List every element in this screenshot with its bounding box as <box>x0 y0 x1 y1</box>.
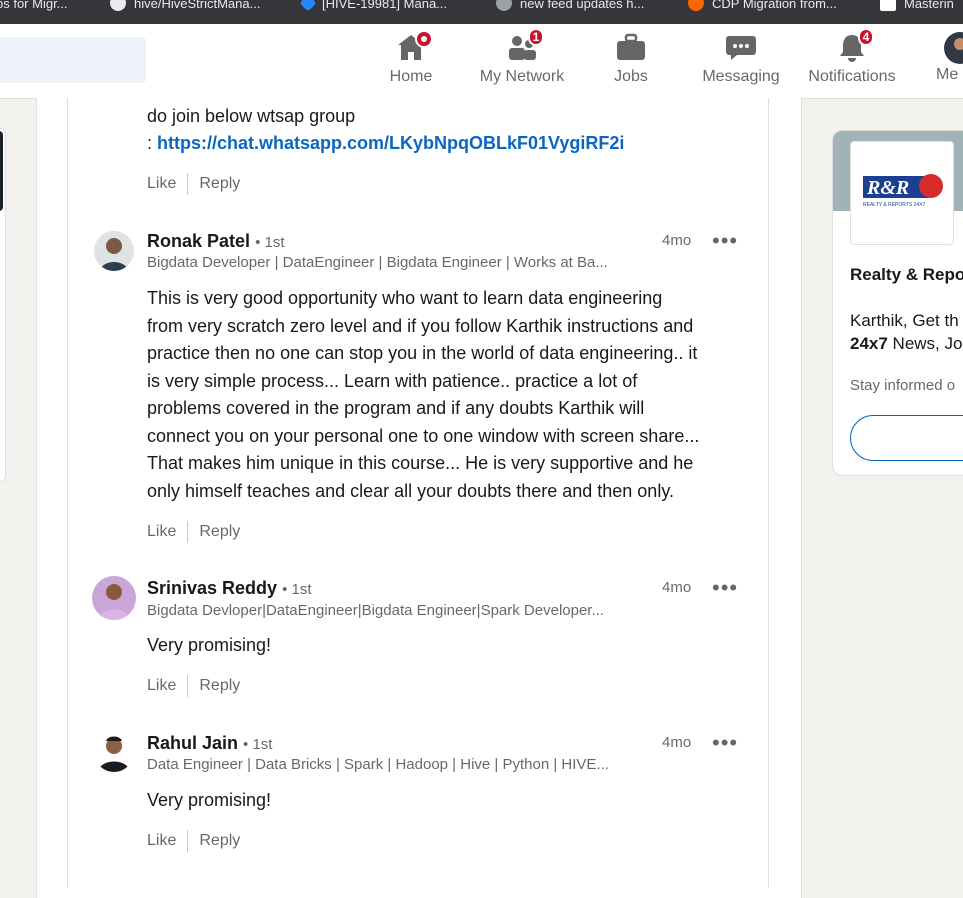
comment-line: is very simple process... Learn with pat… <box>147 370 638 391</box>
realty-reports-logo-icon: R&R REALTY & REPORTS 24X7 <box>863 174 943 208</box>
nav-home[interactable]: Home <box>388 30 434 92</box>
comment-body: Very promising! <box>147 790 272 810</box>
bookmark-item[interactable]: hive/HiveStrictMana... <box>110 0 260 12</box>
nav-label: Notifications <box>808 68 896 85</box>
avatar[interactable] <box>94 732 134 772</box>
feed-icon <box>496 0 512 11</box>
like-button[interactable]: Like <box>147 677 176 695</box>
nav-label: My Network <box>479 68 565 85</box>
comment-actions: Like Reply <box>147 521 240 543</box>
bookmark-label: [HIVE-19981] Mana... <box>322 0 448 11</box>
bookmark-item[interactable]: new feed updates h... <box>496 0 644 12</box>
bookmark-label: CDP Migration from... <box>712 0 837 11</box>
nav-messaging[interactable]: Messaging <box>700 32 782 92</box>
avatar[interactable] <box>94 231 134 271</box>
more-options-icon[interactable]: ••• <box>712 230 738 252</box>
commenter-headline: Bigdata Devloper|DataEngineer|Bigdata En… <box>147 602 604 619</box>
comment-line: practice then no one can stop you in the… <box>147 343 698 363</box>
mk-icon <box>880 0 896 11</box>
search-input[interactable] <box>0 37 146 83</box>
nav-me[interactable]: Me <box>936 32 963 92</box>
avatar[interactable] <box>92 576 136 620</box>
comment-time: 4mo <box>662 579 692 596</box>
bookmark-label: hive/HiveStrictMana... <box>134 0 261 11</box>
avatar <box>936 32 963 64</box>
bookmark-label: new feed updates h... <box>520 0 645 11</box>
bookmark-item[interactable]: [HIVE-19981] Mana... <box>299 0 448 12</box>
jira-icon <box>299 0 317 12</box>
more-options-icon[interactable]: ••• <box>712 577 738 599</box>
comment-line: That makes him unique in this course... … <box>147 453 694 473</box>
commenter-name[interactable]: Srinivas Reddy • 1st <box>147 578 312 599</box>
comment-actions: Like Reply <box>147 173 240 195</box>
nav-notifications[interactable]: 4 Notifications <box>804 28 900 92</box>
comment-line: problems covered in the program and if a… <box>147 398 645 418</box>
comment-time: 4mo <box>662 734 692 751</box>
ad-follow-button[interactable] <box>850 415 963 461</box>
bookmark-item[interactable]: Masterin <box>880 0 954 12</box>
ad-text-line: 24x7 News, Jo <box>850 334 963 353</box>
comment-body: This is very good opportunity who want t… <box>147 285 747 505</box>
profile-card <box>0 128 6 482</box>
reply-button[interactable]: Reply <box>199 523 240 541</box>
bell-icon: 4 <box>836 28 874 62</box>
reply-button[interactable]: Reply <box>199 175 240 193</box>
comment-line: only himself teaches and clear all your … <box>147 480 674 501</box>
more-options-icon[interactable]: ••• <box>712 732 738 754</box>
like-button[interactable]: Like <box>147 175 176 193</box>
ad-text: Karthik, Get th 24x7 News, Jo <box>850 309 962 355</box>
people-icon: 1 <box>506 28 544 62</box>
connection-degree: • 1st <box>282 581 312 598</box>
global-nav: Home 1 My Network Jobs Messaging 4 Notif… <box>0 24 963 99</box>
connection-degree: • 1st <box>243 736 273 753</box>
like-button[interactable]: Like <box>147 523 176 541</box>
whatsapp-link[interactable]: https://chat.whatsapp.com/LKybNpqOBLkF01… <box>157 133 624 153</box>
reply-button[interactable]: Reply <box>199 677 240 695</box>
notifications-badge: 4 <box>858 28 874 46</box>
notification-dot <box>415 30 433 48</box>
nav-label: Messaging <box>702 68 780 85</box>
cloudera-icon <box>688 0 704 11</box>
link-prefix: : <box>147 133 158 153</box>
like-button[interactable]: Like <box>147 832 176 850</box>
comment-link-line: : https://chat.whatsapp.com/LKybNpqOBLkF… <box>147 130 624 158</box>
svg-text:REALTY & REPORTS 24X7: REALTY & REPORTS 24X7 <box>863 202 925 208</box>
commenter-name[interactable]: Ronak Patel • 1st <box>147 231 285 252</box>
network-badge: 1 <box>528 28 544 46</box>
comment-body: Very promising! <box>147 635 272 655</box>
nav-label: Me <box>936 66 959 83</box>
svg-text:R&R: R&R <box>866 177 909 199</box>
bookmark-item[interactable]: ps for Migr... <box>0 0 68 12</box>
nav-my-network[interactable]: 1 My Network <box>476 28 568 92</box>
connection-degree: • 1st <box>255 234 285 251</box>
comment-time: 4mo <box>662 232 692 249</box>
nav-label: Jobs <box>614 68 648 85</box>
briefcase-icon <box>615 32 647 62</box>
comment-text: do join below wtsap group <box>147 106 356 126</box>
nav-label: Home <box>389 68 433 85</box>
comment-actions: Like Reply <box>147 830 240 852</box>
ad-text-line: Karthik, Get th <box>850 311 959 330</box>
ad-disclaimer: Stay informed o <box>850 377 956 394</box>
reply-button[interactable]: Reply <box>199 832 240 850</box>
comment-line: This is very good opportunity who want t… <box>147 288 663 308</box>
company-logo[interactable]: R&R REALTY & REPORTS 24X7 <box>850 141 954 245</box>
message-icon <box>725 32 757 62</box>
comment-actions: Like Reply <box>147 675 240 697</box>
bookmarks-bar: ps for Migr... hive/HiveStrictMana... [H… <box>0 0 963 24</box>
commenter-name[interactable]: Rahul Jain • 1st <box>147 733 272 754</box>
comment-line: from very scratch zero level and if you … <box>147 315 694 336</box>
bookmark-item[interactable]: CDP Migration from... <box>688 0 837 12</box>
bookmark-label: ps for Migr... <box>0 0 68 11</box>
home-icon <box>395 30 433 62</box>
comment-line: connect you on your personal one to one … <box>147 425 700 446</box>
ad-card[interactable]: R&R REALTY & REPORTS 24X7 Realty & Repo … <box>832 130 963 476</box>
github-icon <box>110 0 126 11</box>
ad-title[interactable]: Realty & Repo <box>850 265 963 285</box>
nav-jobs[interactable]: Jobs <box>612 32 650 92</box>
commenter-headline: Bigdata Developer | DataEngineer | Bigda… <box>147 254 608 271</box>
bookmark-label: Masterin <box>904 0 954 11</box>
commenter-headline: Data Engineer | Data Bricks | Spark | Ha… <box>147 756 609 773</box>
